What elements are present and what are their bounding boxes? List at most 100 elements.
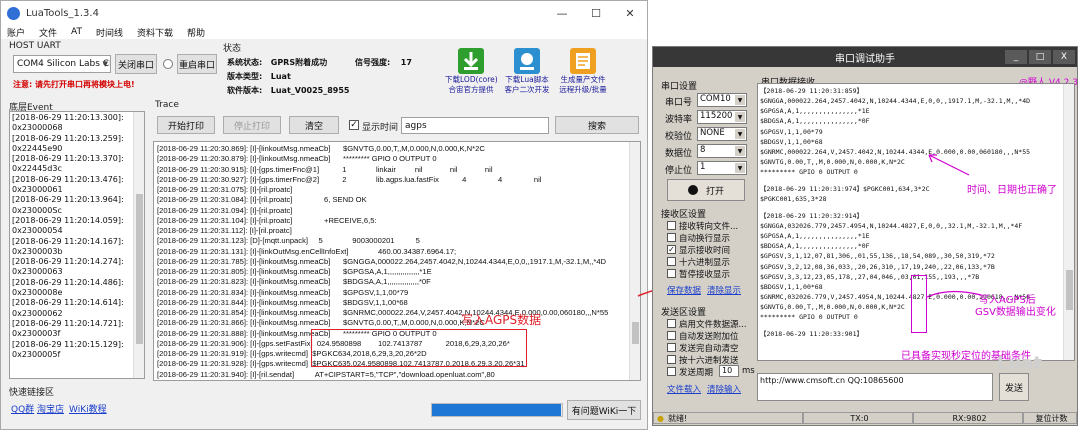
hex-send-checkbox[interactable]	[667, 355, 676, 364]
maximize-button[interactable]: ☐	[579, 1, 613, 25]
trace-scrollbar[interactable]	[629, 142, 640, 380]
trace-filter-input[interactable]: agps	[401, 117, 549, 134]
send-input[interactable]: http://www.cmsoft.cn QQ:10865600	[757, 373, 993, 401]
event-line: [2018-06-29 11:20:13.964]:	[12, 195, 124, 205]
file-load-link[interactable]: 文件载入	[667, 383, 701, 395]
restart-radio[interactable]	[163, 59, 173, 69]
trace-line: [2018-06-29 11:20:31.131]: [I]-[linkOutM…	[157, 246, 457, 256]
menu-item-at[interactable]: AT	[71, 27, 82, 37]
recv-line: $GPGSA,A,1,,,,,,,,,,,,,,,*1E	[760, 107, 870, 116]
send-period-value: 10	[722, 366, 733, 375]
event-scrollbar[interactable]	[133, 112, 144, 378]
recv-scrollbar[interactable]	[1063, 84, 1074, 360]
trace-line: [2018-06-29 11:20:31.823]: [I]-[linkoutM…	[157, 277, 431, 287]
port-select[interactable]: COM4 Silicon Labs CP2 ▼	[13, 55, 111, 73]
parity-select[interactable]: NONE ▼	[697, 127, 747, 141]
recv-to-file-checkbox[interactable]	[667, 221, 676, 230]
clear-display-link[interactable]: 清除显示	[707, 284, 741, 296]
recv-line: $BDGSA,A,1,,,,,,,,,,,,,,,*0F	[760, 117, 870, 126]
download-lua-caption: 下载Lua脚本 客户二次开发	[501, 75, 553, 95]
minimize-button[interactable]: —	[545, 1, 579, 25]
trace-line: [2018-06-29 11:20:31.104]: [I]-[ril.proa…	[157, 215, 377, 225]
event-line: 0x23000061	[12, 185, 63, 195]
chevron-down-icon: ▼	[102, 60, 108, 68]
auto-wrap-checkbox[interactable]	[667, 233, 676, 242]
pause-recv-label: 暂停接收显示	[679, 270, 731, 280]
restart-port-button[interactable]: 重启串口	[177, 54, 217, 74]
show-recv-time-label: 显示接收时间	[679, 246, 731, 256]
event-line: [2018-06-29 11:20:14.614]:	[12, 298, 124, 308]
menu-item-help[interactable]: 帮助	[187, 26, 205, 39]
trace-scroll-thumb[interactable]	[632, 322, 639, 344]
clear-trace-button[interactable]: 清空	[289, 116, 339, 134]
recv-line: $GNVTG,0.00,T,,M,0.000,N,0.000,K,N*2C	[760, 158, 905, 167]
generate-production-line1: 生成量产文件	[560, 75, 606, 84]
signal-row: 信号强度: 17	[355, 57, 412, 68]
auto-wrap-label: 自动换行显示	[679, 234, 731, 244]
link-qq-group[interactable]: QQ群	[11, 402, 34, 415]
download-arrow-icon	[458, 48, 484, 74]
wiki-help-button[interactable]: 有问题WiKi一下	[567, 400, 641, 420]
recv-line: 【2018-06-29 11:20:33:901】	[760, 329, 864, 338]
append-bits-checkbox[interactable]	[667, 331, 676, 340]
trace-line: [2018-06-29 11:20:31.951]: [I]-[gps.time…	[157, 380, 627, 381]
event-line: 0x22445d3c	[12, 164, 62, 174]
show-recv-time-checkbox[interactable]: ✓	[667, 245, 676, 254]
download-lua-button[interactable]	[501, 45, 553, 77]
event-line: 0x2300003b	[12, 246, 63, 256]
progress-bar-fill	[432, 404, 561, 416]
send-period-input[interactable]: 10	[719, 365, 739, 377]
generate-production-caption: 生成量产文件 远程升级/批量	[557, 75, 609, 95]
menu-item-file[interactable]: 文件	[39, 26, 57, 39]
databits-select[interactable]: 8 ▼	[697, 144, 747, 158]
chevron-down-icon: ▼	[735, 163, 745, 173]
hex-display-checkbox[interactable]	[667, 257, 676, 266]
clear-input-link[interactable]: 清除输入	[707, 383, 741, 395]
lua-script-icon	[514, 48, 540, 74]
event-log[interactable]: [2018-06-29 11:20:13.300]: 0x23000068 [201…	[9, 111, 145, 379]
file-source-checkbox[interactable]	[667, 319, 676, 328]
trace-line: [2018-06-29 11:20:30.927]: [I]-[gps.time…	[157, 174, 542, 184]
link-wiki[interactable]: WiKi教程	[69, 402, 107, 415]
status-group-label: 状态	[223, 44, 242, 54]
save-data-link[interactable]: 保存数据	[667, 284, 701, 296]
serial-minimize-button[interactable]: _	[1005, 50, 1027, 64]
download-lod-button[interactable]	[445, 45, 497, 77]
pause-recv-checkbox[interactable]	[667, 269, 676, 278]
stop-print-button[interactable]: 停止打印	[223, 116, 281, 134]
stopbits-select[interactable]: 1 ▼	[697, 161, 747, 175]
close-port-button[interactable]: 关闭串口	[115, 54, 157, 74]
generate-production-button[interactable]	[557, 45, 609, 77]
serial-close-button[interactable]: X	[1053, 50, 1075, 64]
menu-item-account[interactable]: 账户	[7, 26, 25, 39]
close-button[interactable]: ✕	[613, 1, 647, 25]
event-line: 0x23000054	[12, 226, 63, 236]
reset-count-button[interactable]: 复位计数	[1023, 412, 1077, 424]
recv-line: 【2018-06-29 11:20:32:914】	[760, 211, 864, 220]
quick-links-label: 快速链接区	[9, 388, 55, 398]
link-taobao[interactable]: 淘宝店	[37, 402, 64, 415]
trace-line: [2018-06-29 11:20:31.075]: [I]-[ril.proa…	[157, 185, 293, 194]
menu-item-timeline[interactable]: 时间线	[96, 26, 123, 39]
show-time-checkbox[interactable]: ✓	[349, 120, 359, 130]
status-ready: ● 就绪!	[653, 412, 803, 424]
generate-production-line2: 远程升级/批量	[559, 85, 607, 94]
send-period-checkbox[interactable]	[667, 367, 676, 376]
recv-line: $GPGSV,3,2,12,08,36,033,,20,26,310,,17,1…	[760, 262, 995, 271]
start-print-button[interactable]: 开始打印	[157, 116, 215, 134]
system-status-label: 系统状态:	[227, 58, 263, 67]
send-button[interactable]: 发送	[999, 373, 1029, 401]
baud-select[interactable]: 115200 ▼	[697, 110, 747, 124]
search-button[interactable]: 搜索	[555, 116, 639, 134]
serial-port-select[interactable]: COM10 ▼	[697, 93, 747, 107]
event-line: [2018-06-29 11:20:15.129]:	[12, 339, 124, 349]
open-port-button[interactable]: 打开	[667, 179, 745, 201]
auto-clear-checkbox[interactable]	[667, 343, 676, 352]
menu-item-downloads[interactable]: 资料下载	[137, 26, 173, 39]
menu-bar: 账户 文件 AT 时间线 资料下载 帮助	[1, 25, 647, 39]
host-uart-label: HOST UART	[9, 41, 61, 51]
recv-scroll-thumb[interactable]	[1066, 270, 1073, 310]
serial-maximize-button[interactable]: □	[1029, 50, 1051, 64]
trace-line: [2018-06-29 11:20:31.123]: [D]-[mqtt.unp…	[157, 236, 420, 246]
event-scroll-thumb[interactable]	[136, 194, 143, 344]
